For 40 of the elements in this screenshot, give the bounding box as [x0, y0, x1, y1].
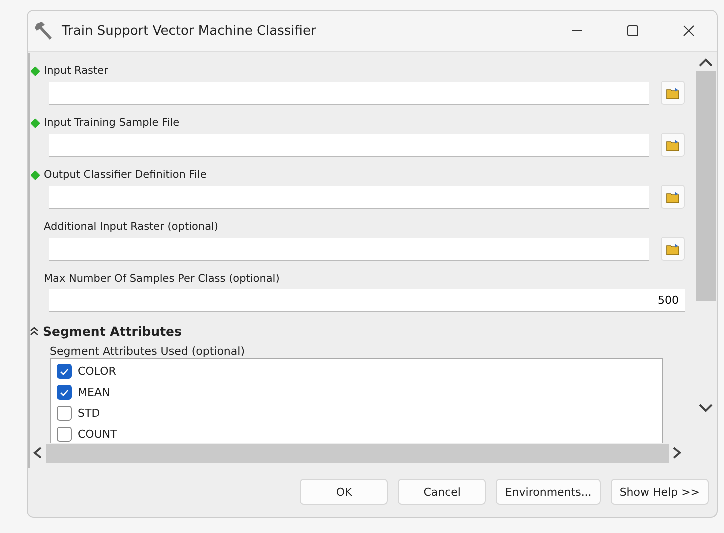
checkmark-icon — [60, 388, 69, 396]
maximize-icon — [627, 25, 639, 37]
checkbox-label[interactable]: COUNT — [78, 428, 118, 441]
dialog-button[interactable]: Cancel — [398, 479, 486, 505]
section-title: Segment Attributes — [43, 324, 182, 338]
window-title: Train Support Vector Machine Classifier — [62, 24, 318, 38]
list-label: Segment Attributes Used (optional) — [50, 345, 245, 358]
checkbox-label[interactable]: COLOR — [78, 365, 116, 378]
checkmark-icon — [60, 368, 69, 376]
dialog-button[interactable]: OK — [300, 479, 388, 505]
checkbox[interactable] — [57, 406, 72, 421]
scroll-up-icon[interactable] — [698, 57, 714, 67]
parameter-label: Additional Input Raster (optional) — [44, 221, 219, 233]
number-field[interactable]: 500 — [49, 289, 685, 312]
checkbox[interactable] — [57, 364, 72, 379]
collapse-icon[interactable] — [30, 326, 39, 336]
checkbox-label[interactable]: MEAN — [78, 386, 110, 399]
checkbox[interactable] — [57, 427, 72, 442]
browse-button[interactable] — [661, 81, 685, 105]
parameter-label: Input Raster — [44, 65, 108, 77]
browse-button[interactable] — [661, 133, 685, 157]
input-field[interactable] — [49, 82, 649, 104]
scroll-down-icon[interactable] — [698, 403, 714, 413]
folder-icon — [666, 242, 680, 256]
parameter-label: Output Classifier Definition File — [44, 169, 207, 181]
checkbox[interactable] — [57, 385, 72, 400]
close-icon — [683, 25, 695, 37]
browse-button[interactable] — [661, 237, 685, 261]
browse-button[interactable] — [661, 185, 685, 209]
dialog-button[interactable]: Environments... — [496, 479, 601, 505]
folder-icon — [666, 190, 680, 204]
parameter-label: Input Training Sample File — [44, 117, 180, 129]
dialog-button[interactable]: Show Help >> — [610, 479, 709, 505]
folder-icon — [666, 138, 680, 152]
parameter-label: Max Number Of Samples Per Class (optional) — [44, 273, 280, 285]
input-field[interactable] — [49, 238, 649, 260]
input-field[interactable] — [49, 134, 649, 156]
input-field[interactable] — [49, 186, 649, 208]
checkbox-label[interactable]: STD — [78, 407, 100, 420]
folder-icon — [666, 86, 680, 100]
